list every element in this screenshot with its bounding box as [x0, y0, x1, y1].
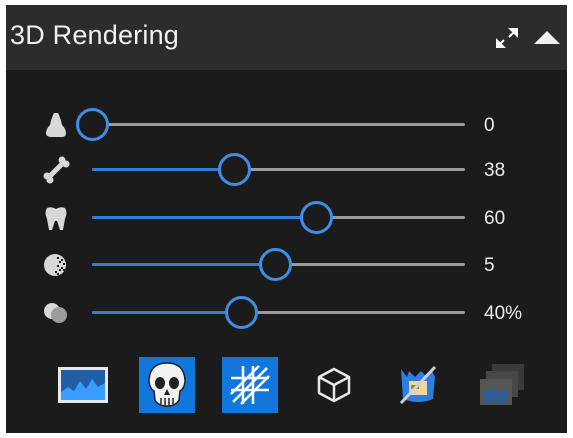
panel-title: 3D Rendering	[10, 20, 180, 50]
slider-value: 60	[484, 208, 506, 229]
slider-knob[interactable]	[218, 153, 251, 186]
tooth-icon	[40, 204, 72, 232]
crosshatch-button[interactable]	[222, 357, 278, 413]
slider-row-nose: 0	[6, 105, 567, 145]
stacked-windows-button[interactable]	[474, 357, 530, 413]
slider-row-bone: 38	[6, 150, 567, 190]
render-mode-toolbar	[6, 353, 567, 419]
dither-ball-icon	[40, 251, 72, 279]
slider-value: 0	[484, 115, 495, 136]
slider-tooth[interactable]	[92, 198, 465, 238]
slider-dither[interactable]	[92, 245, 465, 285]
slider-bone[interactable]	[92, 150, 465, 190]
slider-fill	[92, 263, 275, 266]
bone-icon	[40, 156, 72, 184]
opacity-icon	[40, 299, 72, 327]
triangle-up-icon[interactable]	[532, 24, 562, 52]
slider-value: 5	[484, 255, 495, 276]
stacked-windows-icon	[480, 364, 524, 405]
slider-knob[interactable]	[76, 108, 109, 141]
slider-row-opacity: 40%	[6, 293, 567, 333]
panel-titlebar: 3D Rendering	[6, 5, 567, 70]
slider-opacity[interactable]	[92, 293, 465, 333]
slider-knob[interactable]	[300, 201, 333, 234]
slider-fill	[92, 311, 241, 314]
wireframe-cube-icon	[317, 367, 351, 403]
wireframe-cube-button[interactable]	[306, 357, 362, 413]
expand-arrows-icon[interactable]	[492, 24, 522, 52]
slider-nose[interactable]	[76, 105, 465, 145]
slider-value: 40%	[484, 303, 523, 324]
landscape-image-icon	[58, 367, 108, 403]
slider-knob[interactable]	[225, 296, 258, 329]
rendering-panel: 3D Rendering 0 38 60 5 40%	[6, 5, 567, 433]
nose-icon	[40, 111, 72, 139]
slider-fill	[92, 168, 234, 171]
slider-row-tooth: 60	[6, 198, 567, 238]
slider-knob[interactable]	[259, 248, 292, 281]
skull-button[interactable]	[139, 357, 195, 413]
skull-icon	[148, 362, 186, 407]
landscape-image-button[interactable]	[55, 357, 111, 413]
slider-fill	[92, 216, 316, 219]
crosshatch-icon	[230, 365, 270, 405]
slider-value: 38	[484, 160, 506, 181]
crossed-out-scan-icon	[399, 365, 437, 405]
slider-row-dither: 5	[6, 245, 567, 285]
slider-track	[92, 123, 465, 126]
crossed-out-scan-button[interactable]	[390, 357, 446, 413]
